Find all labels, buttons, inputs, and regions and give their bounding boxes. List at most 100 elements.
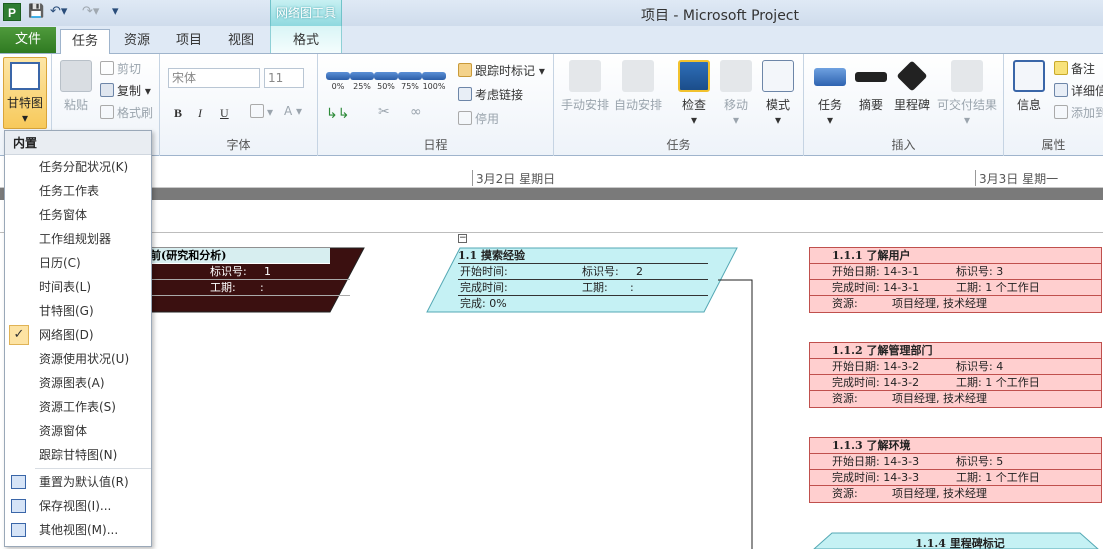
menu-item-label: 资源工作表(S) [39, 400, 116, 414]
tab-project[interactable]: 项目 [166, 29, 212, 54]
mode-button[interactable]: 模式 ▾ [760, 60, 796, 127]
gantt-chart-icon [10, 62, 40, 90]
tab-format[interactable]: 格式 [270, 26, 342, 53]
timescale-day-1: 3月2日 星期日 [472, 170, 555, 186]
bold-button[interactable]: B [174, 106, 182, 121]
percent-25-label: 25% [353, 82, 371, 91]
save-icon[interactable]: 💾 [28, 4, 44, 19]
format-painter-button[interactable]: 格式刷 [100, 104, 153, 121]
insert-deliverable-button[interactable]: 可交付结果 ▾ [934, 60, 1000, 127]
summary-node-title: 前(研究和分析) [150, 249, 227, 262]
menu-item-tracking-gantt[interactable]: 跟踪甘特图(N) [5, 443, 151, 467]
paste-button[interactable]: 粘贴 [58, 60, 94, 113]
fill-color-button[interactable]: ▾ [250, 104, 273, 119]
insert-deliverable-label: 可交付结果 [936, 98, 997, 112]
insert-group-label: 插入 [891, 138, 916, 152]
gantt-chart-button[interactable]: 甘特图 ▾ [3, 57, 47, 129]
split-task-icon[interactable]: ✂ [378, 104, 390, 120]
timescale-day-2: 3月3日 星期一 [975, 170, 1058, 186]
task-node[interactable]: 1.1.1 了解用户 开始日期: 14-3-1 标识号: 3 完成时间: 14-3… [809, 247, 1102, 313]
phase-id-value: 2 [636, 265, 643, 278]
percent-50-button[interactable]: 50% [374, 72, 398, 91]
phase-duration-label: 工期: [582, 281, 608, 294]
insert-task-button[interactable]: 任务 ▾ [812, 60, 848, 127]
inactivate-label: 停用 [475, 112, 500, 126]
phase-task-node[interactable]: 1.1 摸索经验 开始时间: 标识号: 2 完成时间: 工期: : 完成: 0% [458, 248, 708, 312]
menu-item-task-usage[interactable]: 任务分配状况(K) [5, 155, 151, 179]
task-node-title-row: 1.1.1 了解用户 [810, 248, 1101, 264]
menu-item-network-diagram[interactable]: ✓ 网络图(D) [5, 323, 151, 347]
menu-item-resource-usage[interactable]: 资源使用状况(U) [5, 347, 151, 371]
menu-item-task-sheet[interactable]: 任务工作表 [5, 179, 151, 203]
auto-schedule-button[interactable]: 自动安排 [612, 60, 664, 113]
customize-quick-access-icon[interactable]: ▾ [112, 4, 119, 19]
italic-button[interactable]: I [198, 106, 202, 121]
move-button[interactable]: 移动 ▾ [718, 60, 754, 127]
manual-schedule-button[interactable]: 手动安排 [560, 60, 610, 113]
summary-task-node[interactable]: 前(研究和分析) 标识号: 1 工期: : [150, 248, 350, 296]
mark-on-track-button[interactable]: 跟踪时标记 ▾ [458, 62, 545, 79]
percent-75-button[interactable]: 75% [398, 72, 422, 91]
summary-node-row: 工期: : [150, 280, 350, 296]
move-down-icon[interactable]: ↳↳ [326, 106, 349, 122]
menu-item-save-view[interactable]: 保存视图(I)... [5, 494, 151, 518]
font-color-button[interactable]: A ▾ [284, 104, 302, 118]
task-node-row: 资源: 项目经理, 技术经理 [810, 296, 1101, 312]
respect-links-button[interactable]: 考虑链接 [458, 86, 523, 103]
tab-task[interactable]: 任务 [60, 29, 110, 54]
progress-bar-icon [422, 72, 446, 80]
undo-icon[interactable]: ↶▾ [50, 4, 67, 19]
menu-item-team-planner[interactable]: 工作组规划器 [5, 227, 151, 251]
task-node-row: 完成时间: 14-3-1 工期: 1 个工作日 [810, 280, 1101, 296]
percent-0-button[interactable]: 0% [326, 72, 350, 91]
menu-item-more-views[interactable]: 其他视图(M)... [5, 518, 151, 542]
tab-file[interactable]: 文件 [0, 27, 56, 53]
font-size-combo[interactable]: 11 [264, 68, 304, 88]
menu-item-task-form[interactable]: 任务窗体 [5, 203, 151, 227]
details-button[interactable]: 详细信 [1054, 82, 1103, 99]
percent-25-button[interactable]: 25% [350, 72, 374, 91]
task-node[interactable]: 1.1.3 了解环境 开始日期: 14-3-3 标识号: 5 完成时间: 14-3… [809, 437, 1102, 503]
menu-item-timeline[interactable]: 时间表(L) [5, 275, 151, 299]
project-app-icon[interactable]: P [3, 3, 21, 21]
add-to-timeline-button[interactable]: 添加到 [1054, 104, 1103, 121]
cut-button[interactable]: 剪切 [100, 60, 141, 77]
underline-button[interactable]: U [220, 106, 229, 121]
menu-section-header: 内置 [5, 131, 151, 155]
pin-icon [569, 60, 601, 92]
percent-100-button[interactable]: 100% [422, 72, 446, 91]
milestone-task-node[interactable]: 1.1.4 里程碑标记 [880, 535, 1040, 549]
copy-button[interactable]: 复制 ▾ [100, 82, 151, 99]
menu-item-resource-graph[interactable]: 资源图表(A) [5, 371, 151, 395]
ribbon-tab-row: 文件 任务 资源 项目 视图 格式 [0, 26, 1103, 54]
task-node-title-row: 1.1.2 了解管理部门 [810, 343, 1101, 359]
task-node[interactable]: 1.1.2 了解管理部门 开始日期: 14-3-2 标识号: 4 完成时间: 14… [809, 342, 1102, 408]
link-tasks-icon[interactable]: ∞ [410, 104, 422, 120]
insert-summary-button[interactable]: 摘要 [854, 60, 888, 113]
redo-icon[interactable]: ↷▾ [82, 4, 99, 19]
insert-milestone-button[interactable]: 里程碑 [892, 60, 932, 113]
menu-item-calendar[interactable]: 日历(C) [5, 251, 151, 275]
menu-item-resource-sheet[interactable]: 资源工作表(S) [5, 395, 151, 419]
inactivate-button[interactable]: 停用 [458, 110, 499, 127]
information-button[interactable]: 信息 [1012, 60, 1046, 113]
tab-view[interactable]: 视图 [218, 29, 264, 54]
progress-bar-icon [350, 72, 374, 80]
font-group-label: 字体 [226, 138, 251, 152]
task-start: 开始日期: 14-3-3 [832, 455, 920, 468]
menu-item-gantt-chart[interactable]: 甘特图(G) [5, 299, 151, 323]
view-strip [0, 200, 1103, 233]
task-node-row: 开始日期: 14-3-1 标识号: 3 [810, 264, 1101, 280]
inspect-button[interactable]: 检查 ▾ [674, 60, 714, 127]
menu-item-label: 任务分配状况(K) [39, 160, 129, 174]
network-diagram-canvas[interactable]: − 前(研究和分析) 标识号: 1 工期: : 1.1 摸索经验 开始时间: 标… [0, 233, 1103, 549]
menu-item-reset-to-default[interactable]: 重置为默认值(R) [5, 470, 151, 494]
phase-complete-value: 完成: 0% [460, 297, 507, 310]
notes-button[interactable]: 备注 [1054, 60, 1095, 77]
collapse-toggle-icon[interactable]: − [458, 234, 467, 243]
menu-item-resource-form[interactable]: 资源窗体 [5, 419, 151, 443]
font-name-combo[interactable]: 宋体 [168, 68, 260, 88]
tab-resource[interactable]: 资源 [114, 29, 160, 54]
phase-node-row: 开始时间: 标识号: 2 [458, 264, 708, 280]
summary-duration-label: 工期: [210, 281, 236, 294]
